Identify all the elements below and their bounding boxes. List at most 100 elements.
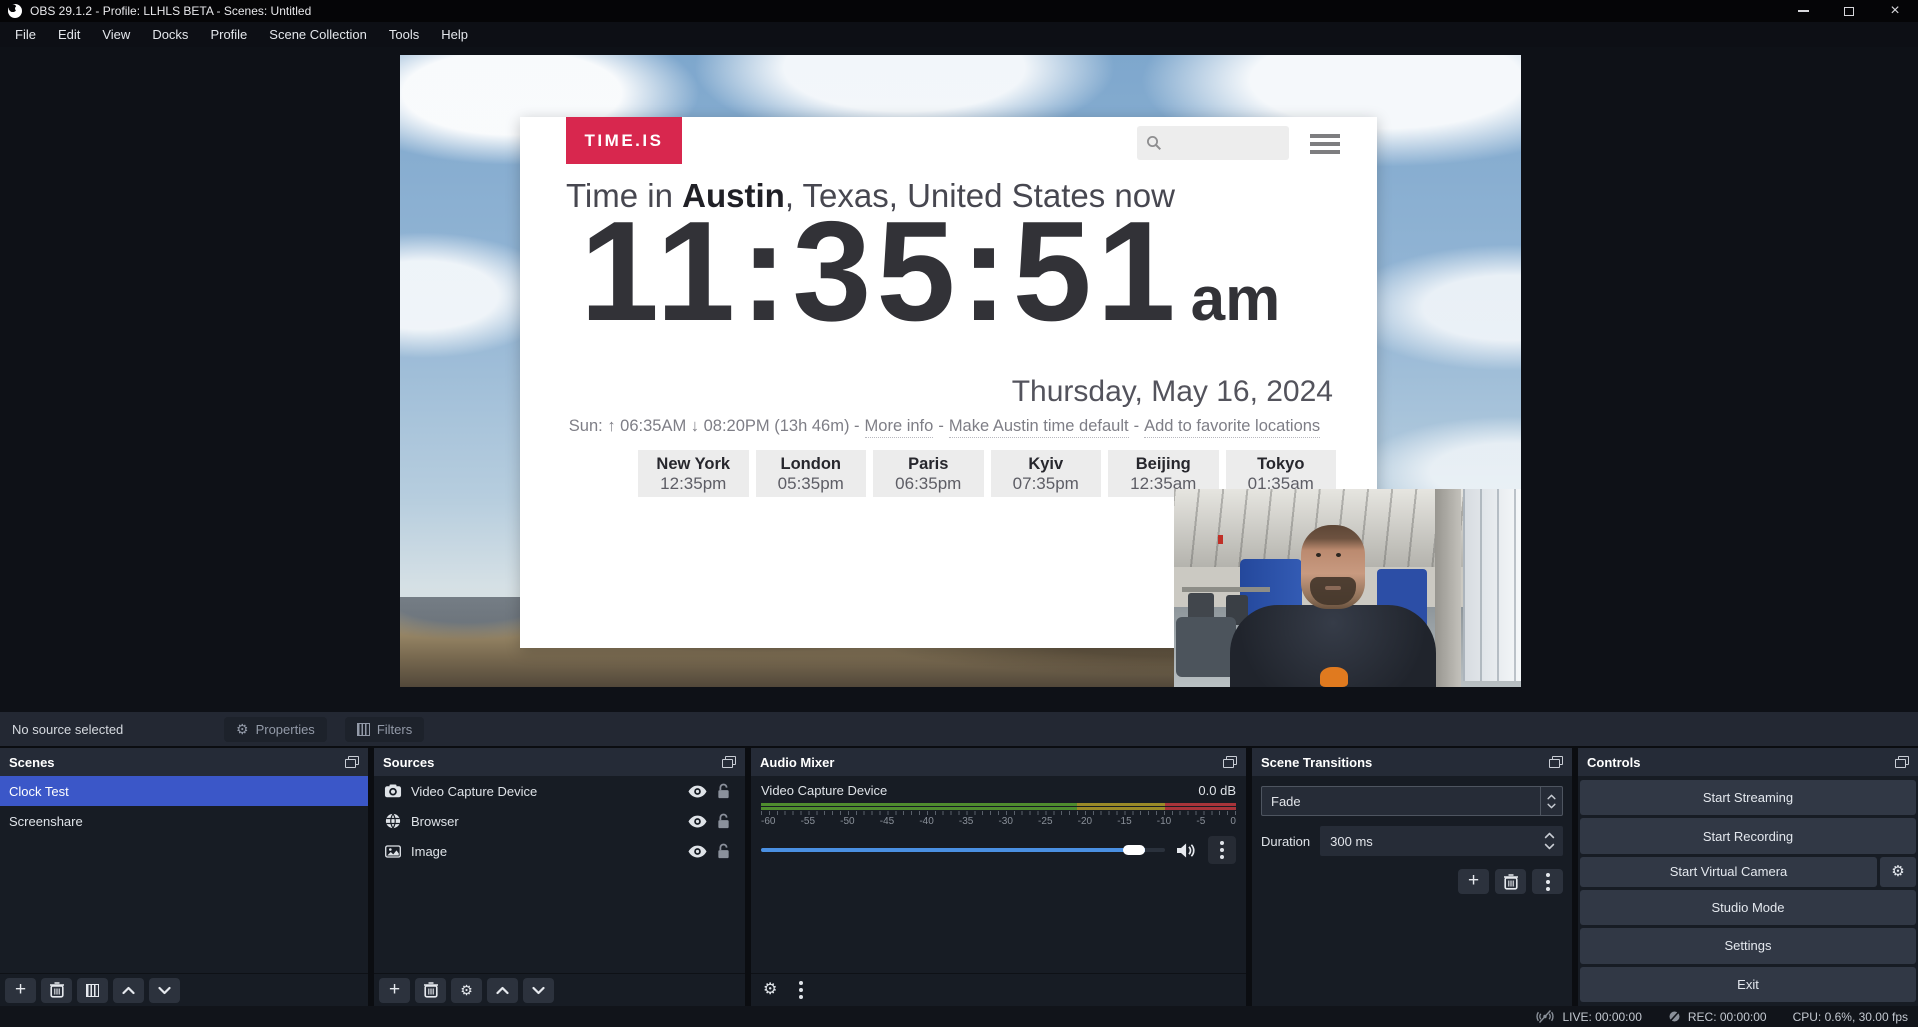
popout-icon[interactable]: [722, 756, 736, 768]
source-item-video-capture[interactable]: Video Capture Device: [374, 776, 745, 806]
cpu-fps-stats: CPU: 0.6%, 30.00 fps: [1793, 1010, 1908, 1024]
remove-transition-button[interactable]: [1495, 869, 1526, 894]
scene-item-screenshare[interactable]: Screenshare: [0, 806, 368, 836]
minimize-button[interactable]: [1780, 0, 1826, 22]
trash-icon: [1504, 874, 1518, 890]
scene-filters-button[interactable]: [77, 978, 108, 1003]
transition-properties-button[interactable]: [1532, 869, 1563, 894]
scenes-panel: Scenes Clock Test Screenshare +: [0, 748, 368, 1006]
advanced-audio-icon[interactable]: ⚙: [763, 982, 777, 998]
add-source-button[interactable]: +: [379, 978, 410, 1003]
controls-body: Start Streaming Start Recording Start Vi…: [1578, 776, 1918, 1006]
gear-icon: ⚙: [1891, 864, 1904, 879]
lock-icon[interactable]: [710, 813, 736, 829]
current-date: Thursday, May 16, 2024: [1012, 375, 1333, 409]
close-button[interactable]: ×: [1872, 0, 1918, 22]
speaker-icon[interactable]: [1177, 843, 1196, 858]
scenes-list: Clock Test Screenshare: [0, 776, 368, 973]
move-source-down-button[interactable]: [523, 978, 554, 1003]
start-streaming-button[interactable]: Start Streaming: [1580, 780, 1916, 815]
sources-toolbar: + ⚙: [374, 973, 745, 1006]
filters-button[interactable]: Filters: [345, 717, 424, 742]
duration-label: Duration: [1261, 834, 1310, 849]
source-item-image[interactable]: Image: [374, 836, 745, 866]
sources-panel: Sources Video Capture Device Browser Ima…: [374, 748, 745, 1006]
citybox-kyiv: Kyiv07:35pm: [991, 450, 1102, 497]
filters-icon: [357, 723, 370, 736]
plus-icon: +: [1468, 871, 1479, 890]
controls-header[interactable]: Controls: [1578, 748, 1918, 776]
duration-spinbox[interactable]: 300 ms: [1320, 826, 1563, 856]
remove-source-button[interactable]: [415, 978, 446, 1003]
menu-file[interactable]: File: [4, 24, 47, 45]
status-bar: LIVE: 00:00:00 REC: 00:00:00 CPU: 0.6%, …: [0, 1006, 1918, 1027]
clock-display: 11:35:51am: [580, 201, 1280, 343]
properties-button[interactable]: ⚙ Properties: [224, 717, 327, 742]
sun-info-line: Sun: ↑ 06:35AM ↓ 08:20PM (13h 46m) - Mor…: [520, 417, 1369, 438]
menu-profile[interactable]: Profile: [199, 24, 258, 45]
start-virtual-camera-button[interactable]: Start Virtual Camera: [1580, 857, 1877, 887]
add-transition-button[interactable]: +: [1458, 869, 1489, 894]
source-item-browser[interactable]: Browser: [374, 806, 745, 836]
lock-icon[interactable]: [710, 843, 736, 859]
menu-docks[interactable]: Docks: [141, 24, 199, 45]
dock-area: Scenes Clock Test Screenshare + Sources …: [0, 748, 1918, 1006]
popout-icon[interactable]: [1549, 756, 1563, 768]
start-recording-button[interactable]: Start Recording: [1580, 818, 1916, 853]
search-icon: [1146, 135, 1162, 151]
visibility-eye-icon[interactable]: [684, 815, 710, 828]
visibility-eye-icon[interactable]: [684, 845, 710, 858]
kebab-menu-icon: [1546, 880, 1550, 884]
popout-icon[interactable]: [1895, 756, 1909, 768]
chevron-up-icon: [122, 986, 135, 995]
menu-help[interactable]: Help: [430, 24, 479, 45]
audio-mixer-header[interactable]: Audio Mixer: [751, 748, 1246, 776]
title-bar[interactable]: OBS 29.1.2 - Profile: LLHLS BETA - Scene…: [0, 0, 1918, 22]
citybox-paris: Paris06:35pm: [873, 450, 984, 497]
virtual-camera-config-button[interactable]: ⚙: [1880, 857, 1916, 887]
menu-tools[interactable]: Tools: [378, 24, 430, 45]
audio-mixer-panel: Audio Mixer Video Capture Device 0.0 dB …: [751, 748, 1246, 1006]
webcam-windows: [1463, 489, 1521, 681]
move-scene-up-button[interactable]: [113, 978, 144, 1003]
exit-button[interactable]: Exit: [1580, 967, 1916, 1002]
volume-slider[interactable]: [761, 848, 1165, 852]
volume-slider-handle[interactable]: [1123, 845, 1145, 855]
mixer-channel-menu-button[interactable]: [1208, 836, 1236, 864]
make-default-link: Make Austin time default: [949, 417, 1129, 438]
add-scene-button[interactable]: +: [5, 978, 36, 1003]
image-icon: [383, 845, 402, 858]
move-scene-down-button[interactable]: [149, 978, 180, 1003]
remove-scene-button[interactable]: [41, 978, 72, 1003]
menu-edit[interactable]: Edit: [47, 24, 91, 45]
maximize-button[interactable]: [1826, 0, 1872, 22]
rec-status: REC: 00:00:00: [1668, 1010, 1767, 1024]
source-status-text: No source selected: [12, 722, 224, 737]
move-source-up-button[interactable]: [487, 978, 518, 1003]
gear-icon: ⚙: [460, 983, 473, 997]
chevron-down-icon: [158, 986, 171, 995]
scene-item-clock-test[interactable]: Clock Test: [0, 776, 368, 806]
lock-icon[interactable]: [710, 783, 736, 799]
transition-select[interactable]: Fade: [1261, 786, 1563, 816]
audio-mixer-body: Video Capture Device 0.0 dB -60-55-50-45…: [751, 776, 1246, 973]
spin-chevrons-icon[interactable]: [1539, 832, 1563, 850]
visibility-eye-icon[interactable]: [684, 785, 710, 798]
scenes-panel-header[interactable]: Scenes: [0, 748, 368, 776]
popout-icon[interactable]: [345, 756, 359, 768]
preview-scene[interactable]: TIME.IS Time in Austin, Texas, United St…: [400, 55, 1521, 687]
source-properties-button[interactable]: ⚙: [451, 978, 482, 1003]
popout-icon[interactable]: [1223, 756, 1237, 768]
close-icon: ×: [1890, 3, 1899, 19]
studio-mode-button[interactable]: Studio Mode: [1580, 890, 1916, 925]
record-inactive-icon: [1668, 1010, 1681, 1023]
menu-scene-collection[interactable]: Scene Collection: [258, 24, 378, 45]
settings-button[interactable]: Settings: [1580, 928, 1916, 963]
sources-panel-header[interactable]: Sources: [374, 748, 745, 776]
meter-scale: -60-55-50-45-40-35-30-25-20-15-10-50: [761, 816, 1236, 827]
menu-view[interactable]: View: [91, 24, 141, 45]
timeis-logo: TIME.IS: [566, 117, 682, 164]
obs-logo-icon: [8, 4, 22, 18]
scene-transitions-header[interactable]: Scene Transitions: [1252, 748, 1572, 776]
mixer-menu-icon[interactable]: [799, 988, 803, 992]
